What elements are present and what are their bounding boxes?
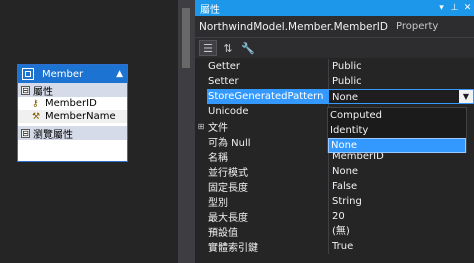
expand-icon[interactable]: ⊞: [195, 119, 207, 134]
app-window: Member ▲ ⊟ 屬性 ⚷ MemberID ⚒ MemberName ⊟ …: [0, 0, 474, 263]
grid-row-value[interactable]: Public: [328, 74, 474, 89]
entity-property-label: MemberID: [45, 98, 97, 109]
entity-icon: [22, 68, 34, 80]
grid-row-name: Unicode: [208, 106, 249, 117]
navigation-section-label: 瀏覽屬性: [33, 129, 73, 141]
grid-row-name: 並行模式: [208, 168, 248, 179]
grid-row-storegeneratedpattern[interactable]: StoreGeneratedPattern None ▼: [195, 89, 474, 104]
grid-row-name: 可為 Null: [208, 138, 251, 149]
categorized-icon[interactable]: ☰: [199, 40, 217, 56]
entity-header[interactable]: Member ▲: [18, 65, 127, 83]
pin-icon[interactable]: ⊥: [448, 3, 461, 13]
property-pages-icon[interactable]: 🔧: [239, 40, 257, 56]
grid-row-value[interactable]: (無): [328, 224, 474, 239]
grid-row-getter[interactable]: Getter Public: [195, 59, 474, 74]
grid-row-name: Setter: [208, 76, 239, 87]
entity-property-memberid[interactable]: ⚷ MemberID: [18, 97, 127, 110]
storegeneratedpattern-select[interactable]: None ▼: [328, 89, 474, 104]
property-grid: Getter Public Setter Public StoreGenerat…: [195, 59, 474, 263]
section-toggle-icon[interactable]: ⊟: [21, 85, 30, 95]
grid-row-name: StoreGeneratedPattern: [207, 89, 328, 104]
grid-row-value[interactable]: String: [328, 194, 474, 209]
object-type: Property: [396, 21, 439, 32]
canvas-scrollbar-thumb[interactable]: [182, 8, 190, 68]
grid-row-setter[interactable]: Setter Public: [195, 74, 474, 89]
key-icon: ⚷: [32, 98, 39, 109]
grid-row-value[interactable]: None: [328, 164, 474, 179]
entity-property-membername[interactable]: ⚒ MemberName: [18, 110, 127, 123]
object-name: NorthwindModel.Member.MemberID: [199, 20, 388, 33]
grid-row-name: 實體索引鍵: [208, 243, 258, 254]
navigation-section-header[interactable]: ⊟ 瀏覽屬性: [18, 126, 127, 141]
entity-property-label: MemberName: [45, 111, 116, 122]
panel-title-bar[interactable]: 屬性 ▾ ⊥ ✕: [195, 0, 474, 16]
properties-section-label: 屬性: [33, 86, 53, 98]
properties-section-header[interactable]: ⊟ 屬性: [18, 83, 127, 98]
grid-row-concurrency[interactable]: 並行模式 None: [195, 164, 474, 179]
grid-row-value[interactable]: Public: [328, 59, 474, 74]
window-position-icon[interactable]: ▾: [435, 3, 448, 13]
grid-row-max-length[interactable]: 最大長度 20: [195, 209, 474, 224]
entity-title: Member: [42, 68, 84, 80]
dropdown-option-none[interactable]: None: [328, 138, 466, 153]
object-selector[interactable]: NorthwindModel.Member.MemberID Property: [195, 16, 474, 38]
close-icon[interactable]: ✕: [461, 3, 474, 13]
select-value: None: [332, 92, 359, 103]
wrench-icon: ⚒: [32, 111, 41, 122]
grid-row-value[interactable]: 20: [328, 209, 474, 224]
grid-row-name: 預設值: [208, 228, 238, 239]
alphabetical-icon[interactable]: ⇅: [219, 40, 237, 56]
entity-shape-member[interactable]: Member ▲ ⊟ 屬性 ⚷ MemberID ⚒ MemberName ⊟ …: [17, 64, 128, 162]
chevron-down-icon[interactable]: ▼: [459, 90, 473, 103]
grid-row-name: 最大長度: [208, 213, 248, 224]
collapse-icon[interactable]: ▲: [116, 69, 123, 79]
panel-title: 屬性: [200, 4, 220, 16]
grid-row-name: 文件: [208, 123, 228, 134]
grid-row-type[interactable]: 型別 String: [195, 194, 474, 209]
grid-row-name: 名稱: [208, 153, 228, 164]
dropdown-option-computed[interactable]: Computed: [328, 108, 466, 123]
storegeneratedpattern-dropdown-list: Computed Identity None: [327, 107, 467, 153]
grid-row-value[interactable]: True: [328, 239, 474, 254]
grid-row-value[interactable]: False: [328, 179, 474, 194]
properties-toolbar: ☰ ⇅ 🔧: [195, 38, 474, 58]
grid-row-name: 型別: [208, 198, 228, 209]
grid-row-entity-key[interactable]: 實體索引鍵 True: [195, 239, 474, 254]
grid-row-default-value[interactable]: 預設值 (無): [195, 224, 474, 239]
section-toggle-icon[interactable]: ⊟: [21, 128, 30, 138]
dropdown-option-identity[interactable]: Identity: [328, 123, 466, 138]
grid-row-name: Getter: [208, 61, 241, 72]
grid-row-name: 固定長度: [208, 183, 248, 194]
grid-row-fixed-length[interactable]: 固定長度 False: [195, 179, 474, 194]
designer-canvas[interactable]: Member ▲ ⊟ 屬性 ⚷ MemberID ⚒ MemberName ⊟ …: [0, 0, 178, 263]
